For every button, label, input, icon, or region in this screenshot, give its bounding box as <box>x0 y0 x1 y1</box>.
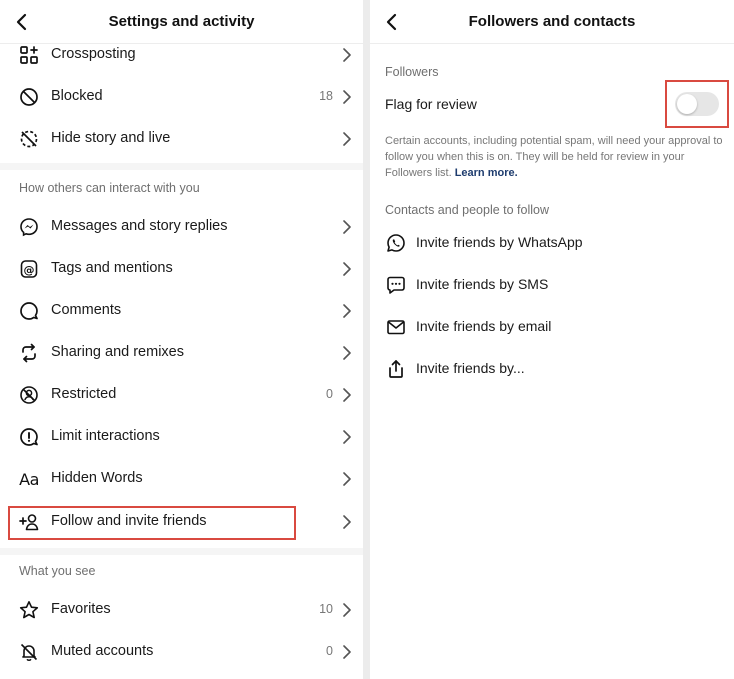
followers-header: Followers and contacts <box>370 0 734 44</box>
invite-item-label: Invite friends by SMS <box>416 276 549 292</box>
messenger-icon <box>18 216 40 238</box>
settings-item-muted-accounts[interactable]: Muted accounts 0 <box>0 631 363 673</box>
settings-item-crossposting[interactable]: Crossposting <box>0 34 363 76</box>
settings-item-label: Restricted <box>51 386 117 402</box>
settings-item-comments[interactable]: Comments <box>0 290 363 332</box>
settings-item-tags[interactable]: @ Tags and mentions <box>0 248 363 290</box>
settings-item-label: Messages and story replies <box>51 218 228 234</box>
share-icon <box>385 358 407 380</box>
section-divider <box>0 548 363 555</box>
favorites-count: 10 <box>319 602 333 616</box>
invite-item-label: Invite friends by... <box>416 360 525 376</box>
settings-item-label: Tags and mentions <box>51 260 173 276</box>
section-header-contacts: Contacts and people to follow <box>385 203 549 217</box>
page-title: Settings and activity <box>108 13 255 30</box>
muted-count: 0 <box>326 644 333 658</box>
blocked-count: 18 <box>319 89 333 103</box>
settings-item-messages[interactable]: Messages and story replies <box>0 206 363 248</box>
chevron-right-icon <box>343 645 351 659</box>
settings-item-label: Comments <box>51 302 122 318</box>
settings-item-label: Muted accounts <box>51 643 154 659</box>
section-header-see: What you see <box>19 564 96 578</box>
page-title: Followers and contacts <box>468 13 636 30</box>
section-header-followers: Followers <box>385 65 439 79</box>
settings-item-label: Favorites <box>51 601 111 617</box>
toggle-knob <box>677 94 697 114</box>
settings-item-label: Hide story and live <box>51 130 171 146</box>
sms-icon <box>385 274 407 296</box>
settings-item-label: Crossposting <box>51 46 136 62</box>
chevron-right-icon <box>343 472 351 486</box>
settings-item-label: Limit interactions <box>51 428 160 444</box>
flag-for-review-toggle[interactable] <box>675 92 719 116</box>
settings-item-blocked[interactable]: Blocked 18 <box>0 76 363 118</box>
restricted-icon <box>18 384 40 406</box>
invite-item-label: Invite friends by email <box>416 318 552 334</box>
hidden-words-icon: Aa <box>18 468 40 490</box>
chevron-right-icon <box>343 262 351 276</box>
settings-item-favorites[interactable]: Favorites 10 <box>0 589 363 631</box>
section-divider <box>0 163 363 170</box>
settings-item-limit-interactions[interactable]: Limit interactions <box>0 416 363 458</box>
hide-story-icon <box>18 128 40 150</box>
chevron-right-icon <box>343 603 351 617</box>
settings-item-restricted[interactable]: Restricted 0 <box>0 374 363 416</box>
invite-share-item[interactable]: Invite friends by... <box>370 349 734 389</box>
blocked-icon <box>18 86 40 108</box>
flag-description-text: Certain accounts, including potential sp… <box>385 135 723 179</box>
chevron-right-icon <box>343 90 351 104</box>
chevron-right-icon <box>343 388 351 402</box>
chevron-right-icon <box>343 515 351 529</box>
settings-item-hidden-words[interactable]: Aa Hidden Words <box>0 458 363 500</box>
settings-item-sharing[interactable]: Sharing and remixes <box>0 332 363 374</box>
flag-for-review-label: Flag for review <box>385 96 477 112</box>
followers-contacts-panel: Followers and contacts Followers Flag fo… <box>370 0 734 679</box>
remix-icon <box>18 342 40 364</box>
svg-text:@: @ <box>24 263 35 276</box>
chevron-right-icon <box>343 220 351 234</box>
limit-interactions-icon <box>18 426 40 448</box>
email-icon <box>385 316 407 338</box>
chevron-right-icon <box>343 304 351 318</box>
settings-item-label: Blocked <box>51 88 103 104</box>
chevron-right-icon <box>343 48 351 62</box>
settings-item-label: Sharing and remixes <box>51 344 184 360</box>
add-person-icon <box>18 511 40 533</box>
flag-description: Certain accounts, including potential sp… <box>385 133 725 181</box>
crossposting-icon <box>18 44 40 66</box>
chevron-right-icon <box>343 430 351 444</box>
invite-sms-item[interactable]: Invite friends by SMS <box>370 265 734 305</box>
settings-item-label: Follow and invite friends <box>51 513 207 529</box>
at-mention-icon: @ <box>18 258 40 280</box>
whatsapp-icon <box>385 232 407 254</box>
chevron-right-icon <box>343 132 351 146</box>
star-icon <box>18 599 40 621</box>
settings-item-hide-story[interactable]: Hide story and live <box>0 118 363 160</box>
invite-whatsapp-item[interactable]: Invite friends by WhatsApp <box>370 223 734 263</box>
comment-icon <box>18 300 40 322</box>
settings-item-follow-invite[interactable]: Follow and invite friends <box>0 501 363 543</box>
muted-bell-icon <box>18 641 40 663</box>
invite-email-item[interactable]: Invite friends by email <box>370 307 734 347</box>
chevron-right-icon <box>343 346 351 360</box>
hidden-words-icon-text: Aa <box>19 469 39 489</box>
invite-item-label: Invite friends by WhatsApp <box>416 234 583 250</box>
settings-activity-panel: Settings and activity Crossposting Block… <box>0 0 363 679</box>
restricted-count: 0 <box>326 387 333 401</box>
learn-more-link[interactable]: Learn more. <box>455 167 518 179</box>
settings-item-label: Hidden Words <box>51 470 143 486</box>
section-header-interact: How others can interact with you <box>19 181 200 195</box>
